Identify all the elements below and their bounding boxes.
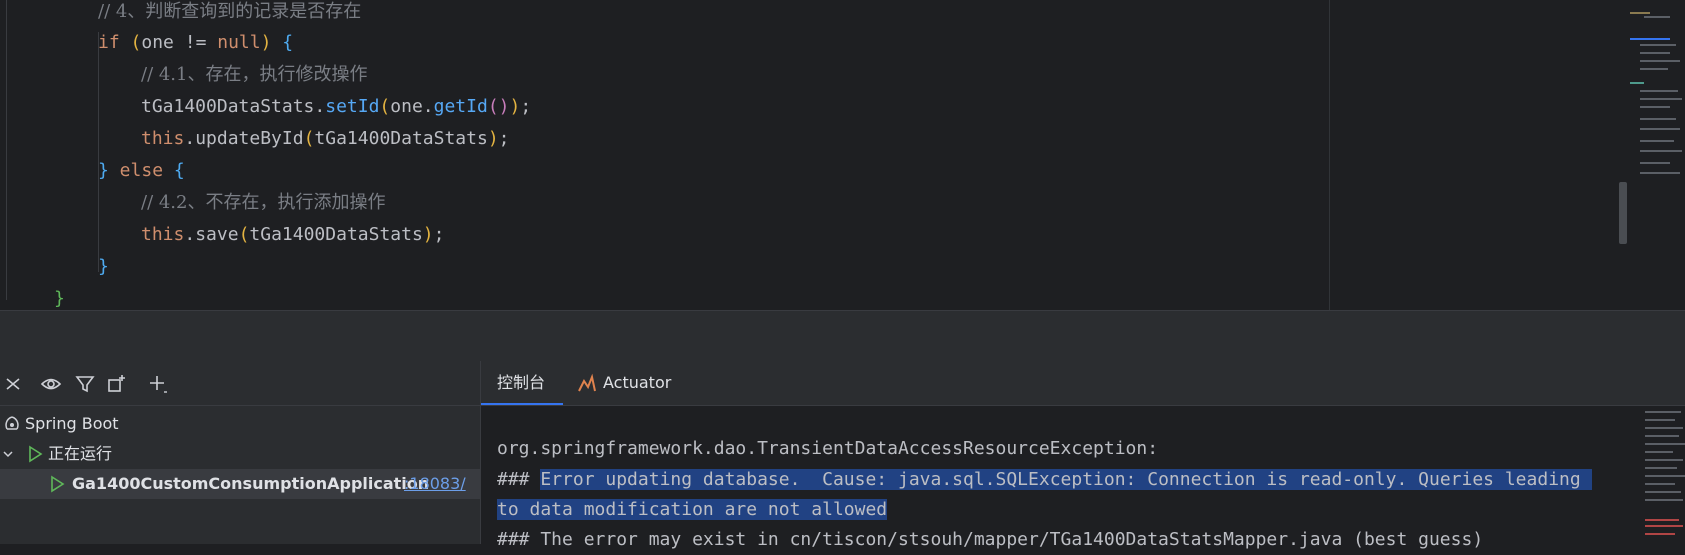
eye-icon[interactable] bbox=[40, 373, 62, 395]
paren-close: ) bbox=[260, 32, 272, 53]
arg: tGa1400DataStats bbox=[249, 224, 423, 245]
tree-item-label: 正在运行 bbox=[48, 444, 113, 463]
tab-label: Actuator bbox=[603, 373, 672, 392]
console-panel: 控制台 Actuator org.springframework.dao.Tra… bbox=[481, 361, 1685, 550]
tree-item-spring-boot[interactable]: Spring Boot bbox=[0, 409, 480, 439]
tool-window-separator[interactable] bbox=[0, 310, 1685, 361]
indent-guide bbox=[6, 0, 7, 300]
semicolon: ; bbox=[520, 96, 532, 117]
chevron-down-icon[interactable] bbox=[2, 448, 14, 460]
tab-label: 控制台 bbox=[497, 373, 546, 392]
console-line-selected[interactable]: ### Error updating database. Cause: java… bbox=[497, 465, 1592, 495]
run-icon bbox=[29, 445, 43, 463]
tab-console[interactable]: 控制台 bbox=[481, 361, 563, 405]
collapse-icon[interactable] bbox=[2, 373, 24, 395]
method-updatebyid: updateById bbox=[195, 128, 304, 149]
code-comment: // 4.1、存在，执行修改操作 bbox=[141, 64, 368, 85]
keyword-else: else bbox=[108, 160, 174, 181]
actuator-icon bbox=[578, 373, 596, 392]
paren: ) bbox=[509, 96, 521, 117]
console-line[interactable]: ### The error may exist in cn/tiscon/sts… bbox=[497, 525, 1483, 555]
object-ref: tGa1400DataStats. bbox=[141, 96, 326, 117]
paren: ( bbox=[238, 224, 250, 245]
dot: . bbox=[184, 128, 196, 149]
editor-minimap[interactable] bbox=[1620, 0, 1685, 310]
paren: ) bbox=[487, 128, 499, 149]
variable-one: one bbox=[141, 32, 174, 53]
paren: ( bbox=[379, 96, 391, 117]
method-setid: setId bbox=[325, 96, 380, 117]
services-toolbar bbox=[0, 361, 480, 406]
tree-item-label: Spring Boot bbox=[25, 414, 119, 433]
console-tab-bar: 控制台 Actuator bbox=[481, 361, 1685, 406]
semicolon: ; bbox=[498, 128, 510, 149]
console-line-selected[interactable]: to data modification are not allowed bbox=[497, 495, 888, 525]
operator: != bbox=[173, 32, 218, 53]
brace-open: { bbox=[282, 32, 294, 53]
code-line-else: } else { bbox=[98, 155, 185, 187]
tab-actuator[interactable]: Actuator bbox=[577, 361, 687, 405]
arg-one: one. bbox=[390, 96, 434, 117]
code-line-setid: tGa1400DataStats.setId(one.getId()); bbox=[141, 91, 531, 123]
code-comment: // 4.2、不存在，执行添加操作 bbox=[141, 192, 386, 213]
semicolon: ; bbox=[433, 224, 445, 245]
code-comment: // 4、判断查询到的记录是否存在 bbox=[98, 1, 362, 22]
code-line-save: this.save(tGa1400DataStats); bbox=[141, 219, 444, 251]
code-editor[interactable]: // 4、判断查询到的记录是否存在 if (one != null) { // … bbox=[0, 0, 1685, 310]
new-group-icon[interactable] bbox=[106, 373, 128, 395]
brace-close: } bbox=[98, 256, 109, 277]
paren-open: ( bbox=[130, 32, 142, 53]
indent-guide bbox=[98, 32, 99, 272]
method-getid: getId bbox=[433, 96, 488, 117]
method-save: save bbox=[195, 224, 239, 245]
tree-item-application[interactable]: Ga1400CustomConsumptionApplication :1808… bbox=[0, 469, 480, 499]
keyword-this: this bbox=[141, 224, 185, 245]
keyword-this: this bbox=[141, 128, 185, 149]
arg: tGa1400DataStats bbox=[314, 128, 488, 149]
run-icon bbox=[51, 475, 65, 493]
keyword-null: null bbox=[217, 32, 261, 53]
selected-text[interactable]: to data modification are not allowed bbox=[497, 499, 888, 520]
tree-item-running[interactable]: 正在运行 bbox=[0, 439, 480, 469]
right-margin-guide bbox=[1329, 0, 1330, 310]
application-port-link[interactable]: :18083/ bbox=[404, 469, 466, 499]
code-line-updatebyid: this.updateById(tGa1400DataStats); bbox=[141, 123, 510, 155]
selected-text[interactable]: Error updating database. Cause: java.sql… bbox=[540, 469, 1592, 490]
dot: . bbox=[184, 224, 196, 245]
console-prefix: ### bbox=[497, 469, 541, 490]
console-line[interactable]: org.springframework.dao.TransientDataAcc… bbox=[497, 434, 1158, 464]
paren: () bbox=[487, 96, 510, 117]
brace-open: { bbox=[173, 160, 185, 181]
code-line-if: if (one != null) { bbox=[98, 27, 293, 59]
filter-icon[interactable] bbox=[74, 373, 96, 395]
add-icon[interactable] bbox=[147, 373, 169, 395]
keyword-if: if bbox=[98, 32, 120, 53]
console-minimap[interactable] bbox=[1641, 405, 1685, 544]
paren: ( bbox=[303, 128, 315, 149]
spring-boot-icon bbox=[5, 416, 19, 430]
application-name: Ga1400CustomConsumptionApplication bbox=[72, 474, 430, 493]
brace-close: } bbox=[98, 160, 109, 181]
services-panel: Spring Boot 正在运行 Ga1400CustomConsumption… bbox=[0, 361, 481, 544]
paren: ) bbox=[422, 224, 434, 245]
brace-close: } bbox=[54, 288, 65, 309]
